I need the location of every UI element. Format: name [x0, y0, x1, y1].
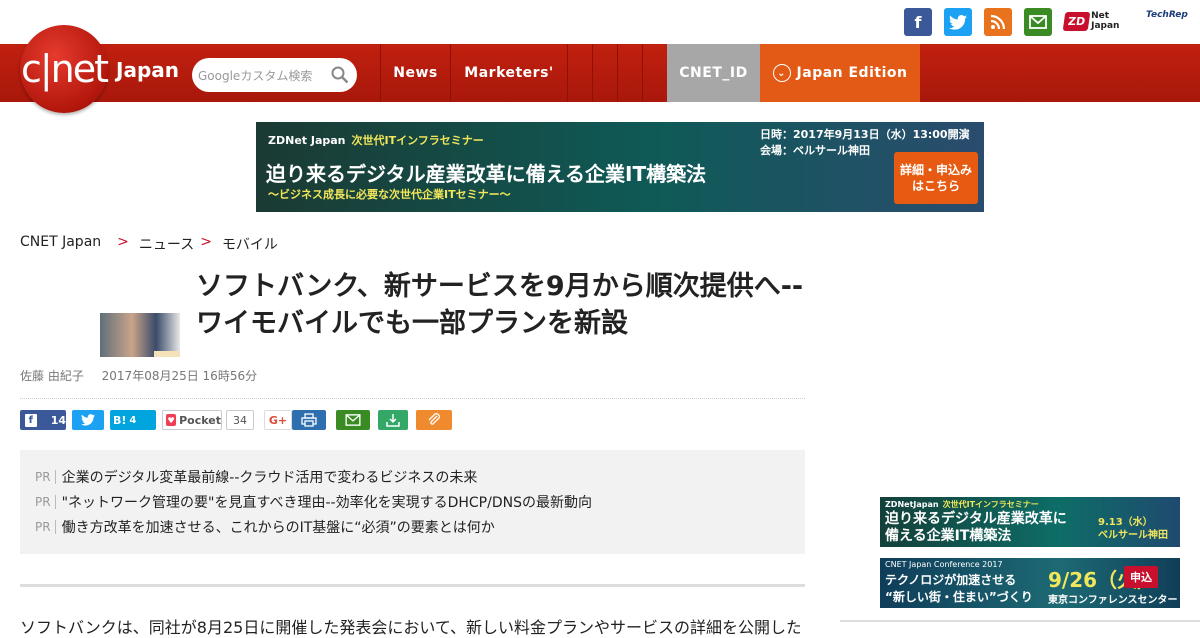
ad-venue: 東京コンファレンスセンター [1048, 595, 1178, 606]
pr-link[interactable]: PR 働き方改革を加速させる、これからのIT基盤に“必須”の要素とは何か [35, 517, 495, 537]
breadcrumb: CNET Japan > ニュース > モバイル [20, 234, 278, 254]
nav-empty-4[interactable] [642, 44, 667, 102]
banner-cta-button[interactable]: 詳細・申込み はこちら [894, 152, 978, 204]
breadcrumb-level1[interactable]: ニュース [139, 234, 194, 254]
author-name[interactable]: 佐藤 由紀子 [20, 369, 84, 383]
breadcrumb-separator: > [200, 234, 212, 250]
publish-date: 2017年08月25日 16時56分 [101, 369, 258, 383]
download-icon [386, 414, 400, 427]
clip-button[interactable] [416, 410, 452, 430]
hatena-icon: B! [113, 413, 127, 427]
top-utility-bar: f ZD Net Japan TechRep [0, 0, 1200, 44]
envelope-icon [1029, 15, 1047, 29]
divider [20, 398, 805, 399]
ad-date: 9.13（水） ベルサール神田 [1098, 517, 1168, 541]
byline: 佐藤 由紀子 2017年08月25日 16時56分 [20, 367, 257, 384]
facebook-share-count: 14 [50, 413, 66, 427]
zdnet-japan-logo[interactable]: ZD Net Japan [1062, 8, 1138, 34]
facebook-icon: f [25, 413, 37, 427]
print-button[interactable] [292, 410, 326, 430]
search-input[interactable]: Googleカスタム検索 [198, 67, 312, 84]
chevron-down-icon: ⌄ [772, 64, 791, 82]
rss-feed-icon [990, 14, 1006, 30]
twitter-share-button[interactable] [72, 410, 104, 430]
pocket-icon: ♥ [166, 414, 177, 426]
pocket-count: 34 [226, 410, 254, 430]
pr-label: PR [35, 520, 56, 534]
ad-tag: ZDNetJapan 次世代ITインフラセミナー [885, 500, 1039, 509]
zdnet-text: Net Japan [1091, 11, 1120, 31]
breadcrumb-home[interactable]: CNET Japan [20, 234, 101, 254]
banner-headline: 迫り来るデジタル産業改革に備える企業IT構築法 [266, 162, 707, 186]
article-title: ソフトバンク、新サービスを9月から順次提供へ--ワイモバイルでも一部プランを新設 [196, 271, 804, 339]
nav-news[interactable]: News [380, 44, 450, 102]
hatena-share-button[interactable]: B! 4 [110, 410, 156, 430]
pr-link-text[interactable]: 働き方改革を加速させる、これからのIT基盤に“必須”の要素とは何か [62, 517, 495, 537]
nav-empty-1[interactable] [567, 44, 592, 102]
banner-tag: ZDNet Japan 次世代ITインフラセミナー [268, 134, 484, 147]
pr-label: PR [35, 470, 56, 484]
rss-icon[interactable] [984, 8, 1012, 36]
nav-empty-3[interactable] [617, 44, 642, 102]
hatena-count: 4 [129, 414, 137, 426]
pr-link-text[interactable]: 企業のデジタル変革最前線--クラウド活用で変わるビジネスの未来 [62, 467, 478, 487]
envelope-icon [345, 414, 361, 426]
ad-headline: テクノロジが加速させる “新しい街・住まい”づくり [885, 573, 1033, 604]
breadcrumb-separator: > [117, 234, 129, 250]
gplus-share-button[interactable]: G+ [264, 410, 292, 430]
search-icon[interactable] [331, 66, 349, 84]
twitter-icon[interactable] [944, 8, 972, 36]
facebook-icon[interactable]: f [904, 8, 932, 36]
divider [20, 584, 805, 587]
techrepublic-logo[interactable]: TechRep [1146, 10, 1188, 20]
twitter-bird-icon [949, 14, 967, 30]
nav-cnet-id[interactable]: CNET_ID [667, 44, 760, 102]
facebook-share-button[interactable]: f 14 [20, 410, 66, 430]
pocket-label: Pocket [179, 413, 221, 427]
search-box[interactable]: Googleカスタム検索 [192, 58, 357, 92]
cnet-logo[interactable]: c|net [20, 25, 109, 113]
cnet-japan-wordmark[interactable]: Japan [116, 58, 179, 82]
pr-link[interactable]: PR 企業のデジタル変革最前線--クラウド活用で変わるビジネスの未来 [35, 467, 477, 487]
mail-icon[interactable] [1024, 8, 1052, 36]
share-bar: f 14 B! 4 ♥ Pocket 34 G+ [20, 410, 458, 430]
pr-links-box: PR 企業のデジタル変革最前線--クラウド活用で変わるビジネスの未来 PR "ネット… [20, 450, 805, 554]
breadcrumb-level2[interactable]: モバイル [222, 234, 278, 254]
pr-link-text[interactable]: "ネットワーク管理の要"を見直すべき理由--効率化を実現するDHCP/DNSの最… [62, 492, 592, 512]
ad-apply-button[interactable]: 申込 [1124, 566, 1158, 588]
sidebar-ad-seminar[interactable]: ZDNetJapan 次世代ITインフラセミナー 迫り来るデジタル産業改革に 備える… [880, 497, 1180, 547]
pocket-share-button[interactable]: ♥ Pocket [162, 410, 222, 430]
twitter-icon [81, 414, 95, 426]
edition-label: Japan Edition [796, 65, 908, 81]
top-banner-ad[interactable]: ZDNet Japan 次世代ITインフラセミナー 迫り来るデジタル産業改革に備え… [256, 122, 984, 212]
divider [840, 620, 1200, 622]
zdnet-badge: ZD [1062, 11, 1091, 31]
pr-label: PR [35, 495, 56, 509]
paperclip-icon [428, 413, 440, 425]
sidebar-ad-conference[interactable]: CNET Japan Conference 2017 テクノロジが加速させる “新… [880, 558, 1180, 608]
banner-subtitle: 〜ビジネス成長に必要な次世代企業ITセミナー〜 [268, 188, 511, 201]
article-body: ソフトバンクは、同社が8月25日に開催した発表会において、新しい料金プランやサー… [20, 618, 800, 637]
nav-marketers[interactable]: Marketers' [450, 44, 567, 102]
nav-japan-edition[interactable]: ⌄ Japan Edition [760, 44, 920, 102]
pr-link[interactable]: PR "ネットワーク管理の要"を見直すべき理由--効率化を実現するDHCP/DNS… [35, 492, 592, 512]
author-photo [100, 313, 180, 357]
nav-empty-2[interactable] [592, 44, 617, 102]
save-button[interactable] [378, 410, 408, 430]
email-share-button[interactable] [336, 410, 370, 430]
print-icon [301, 413, 317, 427]
ad-headline: 迫り来るデジタル産業改革に 備える企業IT構築法 [885, 511, 1067, 544]
ad-conference-name: CNET Japan Conference 2017 [885, 560, 1003, 569]
